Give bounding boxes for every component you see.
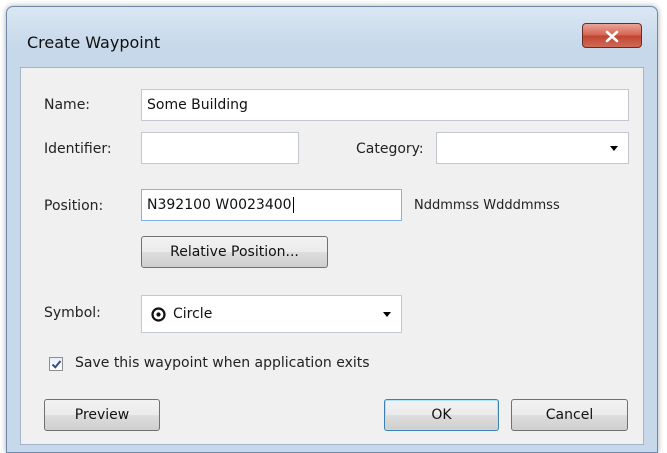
symbol-label: Symbol:: [44, 305, 101, 321]
position-input[interactable]: N392100 W0023400: [141, 189, 402, 221]
cancel-button[interactable]: Cancel: [511, 399, 628, 431]
dialog-title: Create Waypoint: [27, 33, 161, 52]
circle-target-icon: [151, 307, 166, 322]
position-value: N392100 W0023400: [147, 197, 292, 213]
identifier-label: Identifier:: [44, 141, 112, 157]
dialog-body: Name: Some Building Identifier: Category…: [20, 67, 644, 445]
symbol-select[interactable]: Circle: [141, 295, 402, 333]
save-waypoint-checkbox[interactable]: [49, 357, 63, 371]
text-caret: [292, 197, 294, 213]
close-icon: [605, 30, 619, 43]
name-label: Name:: [44, 97, 91, 113]
preview-button[interactable]: Preview: [44, 399, 160, 431]
category-label: Category:: [356, 141, 424, 157]
position-format-hint: Nddmmss Wdddmmss: [414, 198, 560, 213]
save-waypoint-label: Save this waypoint when application exit…: [75, 355, 370, 371]
close-button[interactable]: [582, 23, 642, 48]
category-select[interactable]: [436, 132, 629, 164]
relative-position-button[interactable]: Relative Position...: [141, 236, 328, 268]
symbol-value: Circle: [173, 306, 213, 322]
checkmark-icon: [51, 360, 62, 369]
create-waypoint-dialog: Create Waypoint Name: Some Building Iden…: [6, 6, 658, 453]
ok-button[interactable]: OK: [384, 399, 499, 431]
identifier-input[interactable]: [141, 132, 299, 164]
chevron-down-icon: [610, 146, 618, 151]
position-label: Position:: [44, 198, 104, 214]
name-input[interactable]: Some Building: [141, 89, 629, 121]
chevron-down-icon: [383, 312, 391, 317]
